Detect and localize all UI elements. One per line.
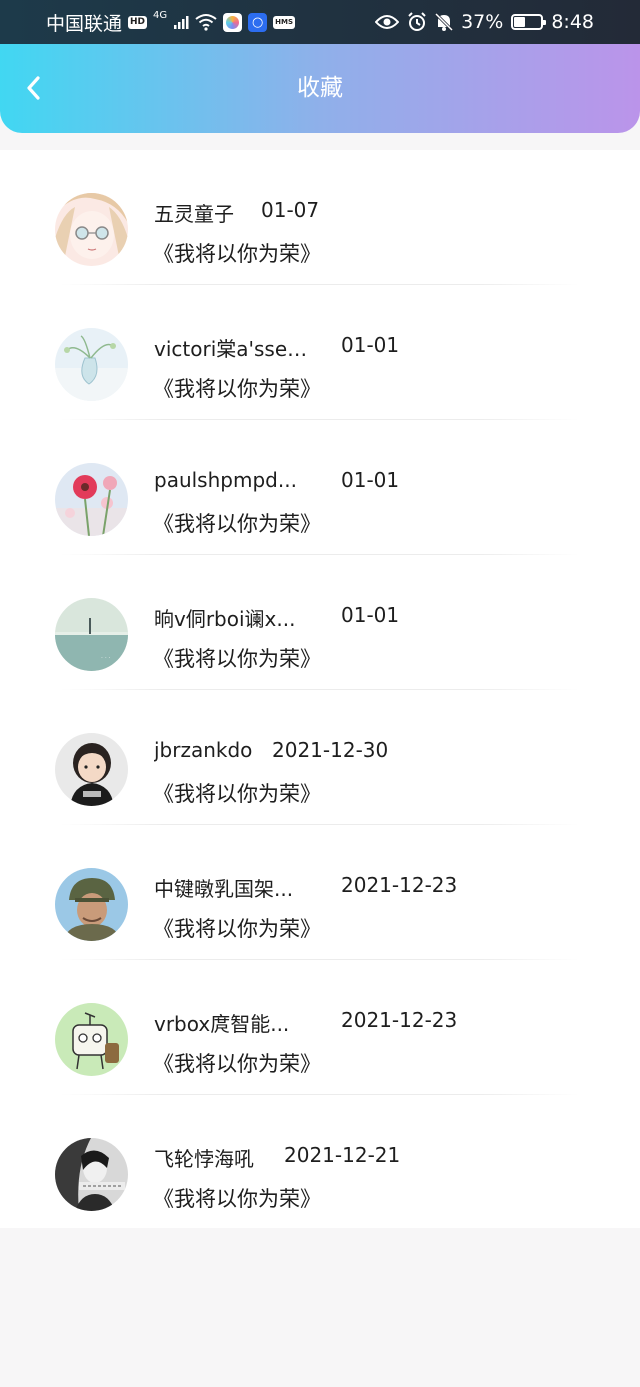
favorite-user-name: 飞轮悖海吼 <box>154 1147 254 1171</box>
avatar <box>55 193 128 266</box>
favorite-user-name: victori棠a'ssec... <box>154 337 312 361</box>
favorite-user-name: jbrzankdo <box>154 738 253 762</box>
avatar <box>55 1003 128 1076</box>
favorite-book-title: 《我将以你为荣》 <box>153 917 321 941</box>
battery-icon <box>511 14 547 30</box>
favorite-date: 01-01 <box>341 333 400 357</box>
hms-badge: HMS <box>273 15 296 29</box>
avatar <box>55 733 128 806</box>
favorite-book-title: 《我将以你为荣》 <box>153 242 321 266</box>
favorite-item[interactable]: paulshpmpd... 01-01 《我将以你为荣》 <box>0 420 640 555</box>
favorite-book-title: 《我将以你为荣》 <box>153 647 321 671</box>
carrier-label: 中国联通 <box>46 12 123 35</box>
mute-bell-icon <box>435 12 454 32</box>
signal-icon <box>174 16 189 29</box>
avatar <box>55 463 128 536</box>
bulb-app-icon: ○ <box>248 12 268 32</box>
favorite-book-title: 《我将以你为荣》 <box>153 512 321 536</box>
favorite-user-name: paulshpmpd... <box>154 468 297 492</box>
favorite-item[interactable]: jbrzankdo 2021-12-30 《我将以你为荣》 <box>0 690 640 825</box>
page-header: 收藏 <box>0 44 640 133</box>
page-title: 收藏 <box>297 75 343 101</box>
favorite-user-name: 五灵童子 <box>154 202 234 226</box>
favorite-item[interactable]: 中键暾乳国架... 2021-12-23 《我将以你为荣》 <box>0 825 640 960</box>
clock-time: 8:48 <box>551 11 594 33</box>
favorite-book-title: 《我将以你为荣》 <box>153 782 321 806</box>
alarm-icon <box>408 12 426 31</box>
favorite-date: 01-01 <box>341 603 400 627</box>
favorite-user-name: 中键暾乳国架... <box>154 877 294 901</box>
avatar <box>55 328 128 401</box>
favorites-list: 五灵童子 01-07 《我将以你为荣》 victori棠a'ssec... 01… <box>0 150 640 1228</box>
status-right: 37% 8:48 <box>375 11 594 33</box>
favorite-book-title: 《我将以你为荣》 <box>153 1187 321 1211</box>
status-left: 中国联通 HD 4G ○ HMS <box>46 9 296 36</box>
favorite-item[interactable]: · · · 晌v侗rboi谰x... 01-01 《我将以你为荣》 <box>0 555 640 690</box>
gallery-app-icon <box>223 12 243 32</box>
svg-text:· · ·: · · · <box>101 655 111 662</box>
status-bar: 中国联通 HD 4G ○ HMS 37% 8:48 <box>0 0 640 44</box>
battery-percent: 37% <box>461 11 504 33</box>
avatar: · · · <box>55 598 128 671</box>
favorite-item[interactable]: victori棠a'ssec... 01-01 《我将以你为荣》 <box>0 285 640 420</box>
favorite-date: 01-07 <box>261 198 320 222</box>
wifi-icon <box>195 14 217 31</box>
favorite-date: 2021-12-23 <box>341 873 458 897</box>
favorite-book-title: 《我将以你为荣》 <box>153 1052 321 1076</box>
favorite-item[interactable]: 飞轮悖海吼 2021-12-21 《我将以你为荣》 <box>0 1095 640 1230</box>
favorite-date: 2021-12-23 <box>341 1008 458 1032</box>
avatar <box>55 1138 128 1211</box>
eye-icon <box>375 15 400 29</box>
favorite-user-name: vrbox庹智能... <box>154 1012 290 1036</box>
favorite-date: 2021-12-30 <box>272 738 389 762</box>
hd-badge: HD <box>128 15 148 29</box>
favorite-date: 2021-12-21 <box>284 1143 401 1167</box>
favorite-date: 01-01 <box>341 468 400 492</box>
favorite-user-name: 晌v侗rboi谰x... <box>154 607 296 631</box>
favorite-item[interactable]: 五灵童子 01-07 《我将以你为荣》 <box>0 150 640 285</box>
network-label: 4G <box>153 9 168 21</box>
avatar <box>55 868 128 941</box>
favorite-book-title: 《我将以你为荣》 <box>153 377 321 401</box>
favorite-item[interactable]: vrbox庹智能... 2021-12-23 《我将以你为荣》 <box>0 960 640 1095</box>
